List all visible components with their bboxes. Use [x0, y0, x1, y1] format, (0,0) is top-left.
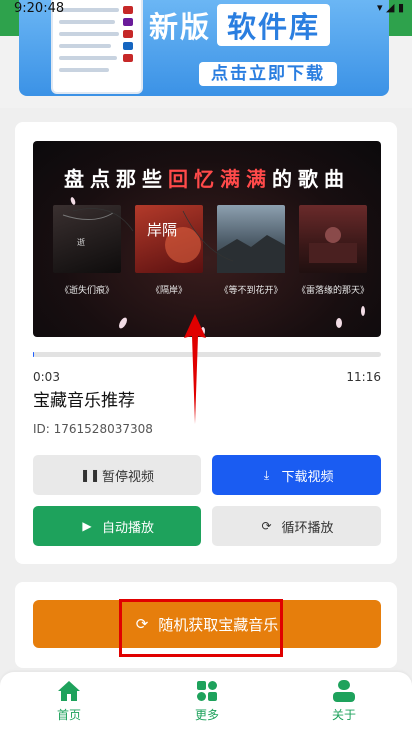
video-player[interactable]: 盘点那些回忆满满的歌曲 逝 岸隔 《逝失们痕》 《隔岸》 《等不到花开》 《雷落… — [33, 141, 381, 337]
loop-icon: ⟳ — [261, 519, 272, 533]
play-circle-icon: ▶ — [82, 519, 92, 533]
autoplay-button[interactable]: ▶ 自动播放 — [33, 506, 201, 546]
loop-play-button[interactable]: ⟳ 循环播放 — [212, 506, 381, 546]
person-icon — [333, 680, 355, 702]
loop-play-label: 循环播放 — [281, 520, 334, 536]
bottom-nav: 首页 更多 关于 — [0, 672, 412, 735]
annotation-arrow-icon — [184, 314, 206, 424]
video-title: 宝藏音乐推荐 — [33, 391, 135, 411]
download-icon: ⤓ — [263, 467, 270, 482]
video-progress-fill — [33, 352, 35, 357]
banner-download-button[interactable]: 点击立即下载 — [199, 62, 337, 86]
pause-video-label: 暂停视频 — [101, 469, 154, 485]
status-icons: ▾ ◢ ▮ — [376, 1, 404, 14]
video-id: ID: 1761528037308 — [33, 422, 153, 436]
download-video-button[interactable]: ⤓ 下载视频 — [212, 455, 381, 495]
nav-item-more[interactable]: 更多 — [167, 680, 247, 723]
nav-home-label: 首页 — [56, 708, 81, 722]
nav-item-about[interactable]: 关于 — [304, 680, 384, 723]
nav-item-home[interactable]: 首页 — [29, 680, 109, 723]
home-icon — [58, 681, 80, 701]
status-time: 9:20:48 — [14, 1, 65, 16]
petals-decoration — [70, 197, 365, 335]
nav-more-label: 更多 — [194, 708, 219, 722]
duration: 11:16 — [346, 370, 381, 384]
current-time: 0:03 — [33, 370, 60, 384]
more-icon — [197, 681, 217, 701]
pause-icon: ❚❚ — [79, 468, 101, 482]
download-video-label: 下载视频 — [281, 469, 334, 485]
annotation-highlight-box — [119, 599, 283, 657]
nav-about-label: 关于 — [331, 708, 356, 722]
pause-video-button[interactable]: ❚❚ 暂停视频 — [33, 455, 201, 495]
autoplay-label: 自动播放 — [101, 520, 154, 536]
status-bar: 9:20:48 ▾ ◢ ▮ — [0, 0, 412, 18]
